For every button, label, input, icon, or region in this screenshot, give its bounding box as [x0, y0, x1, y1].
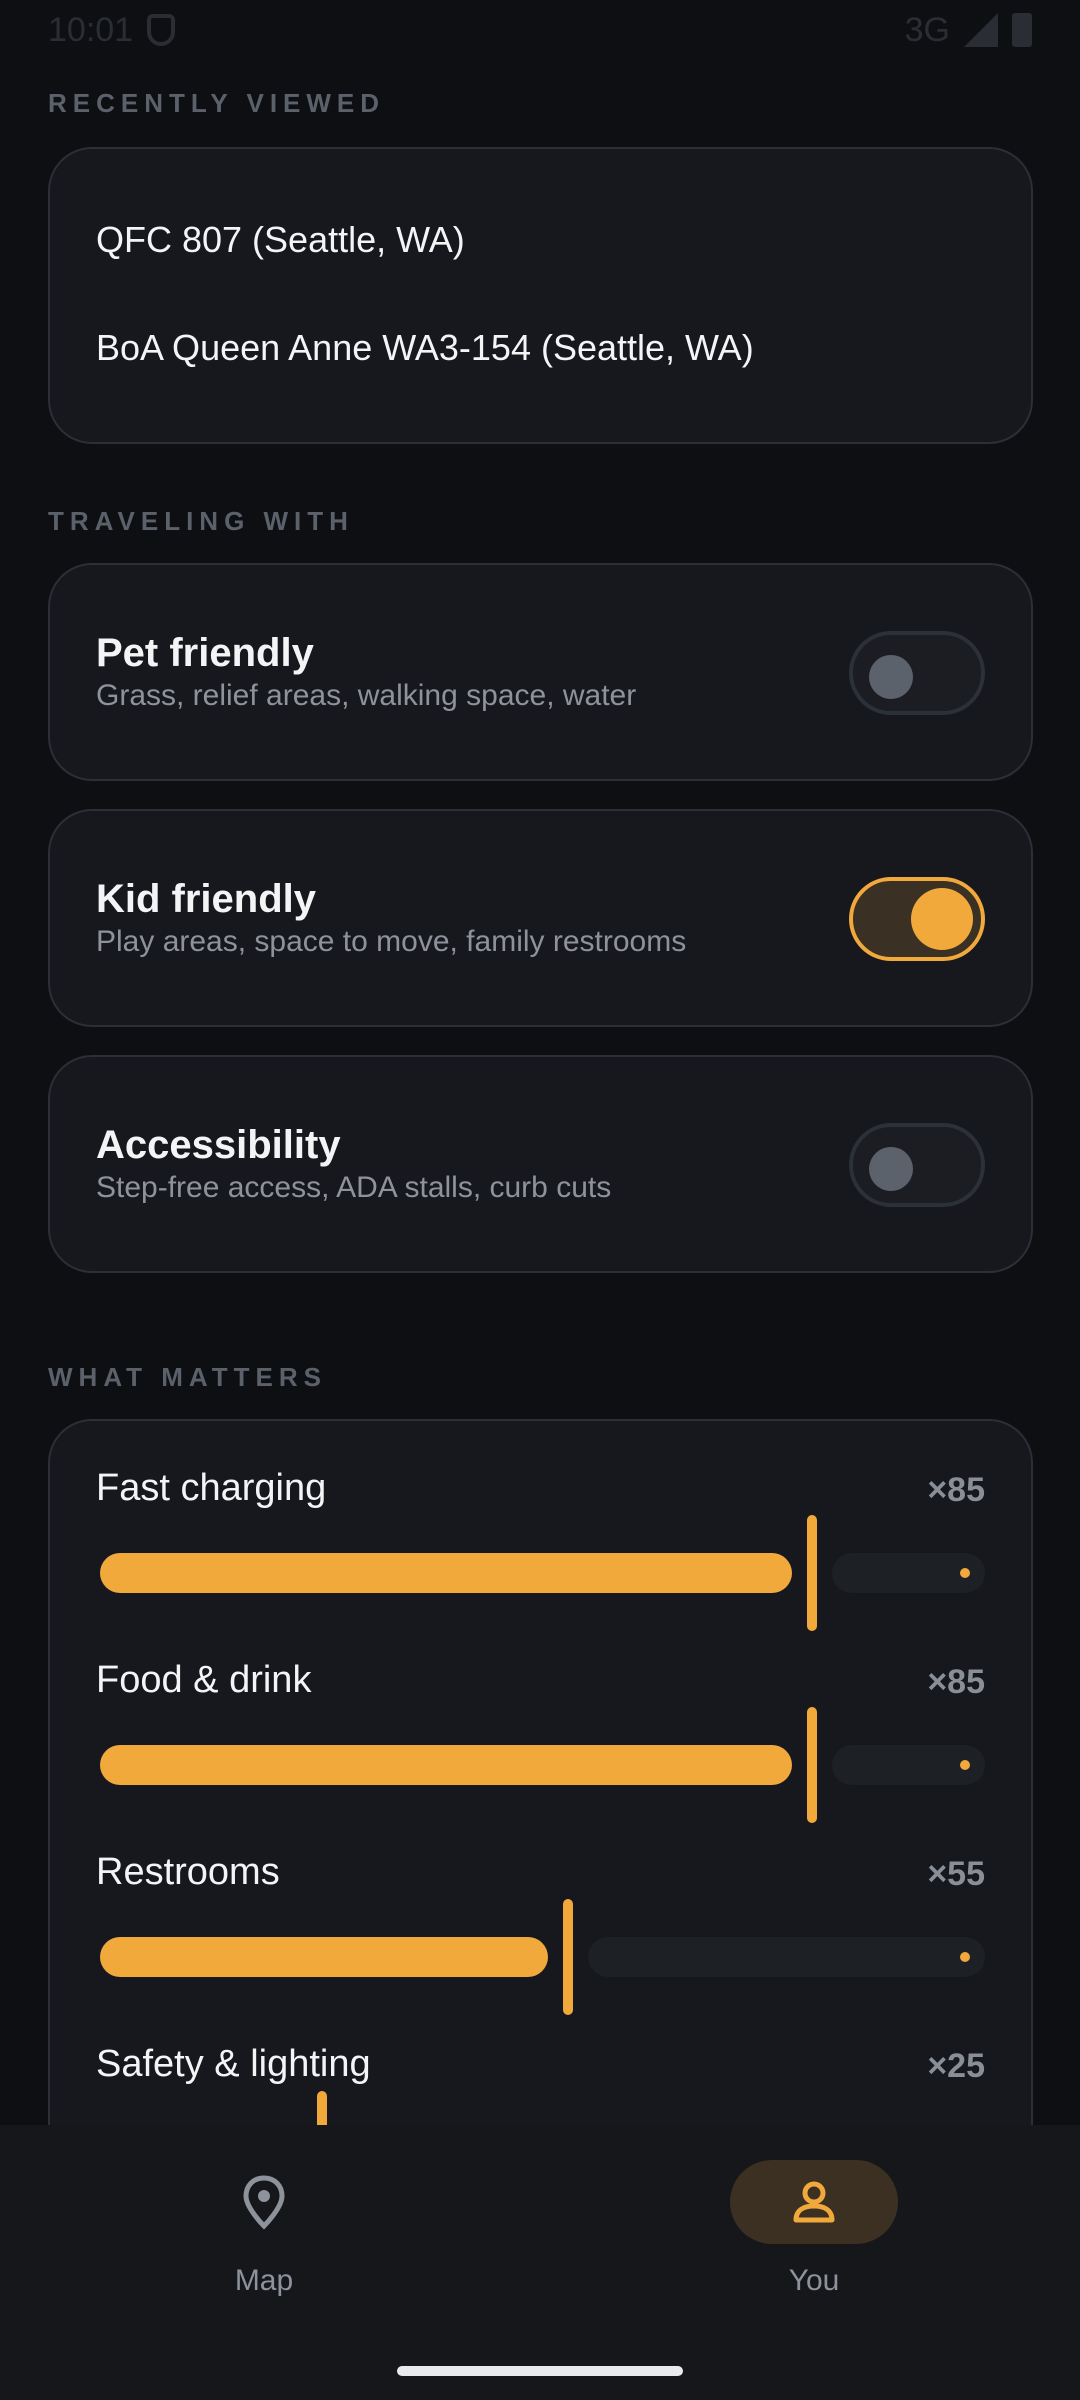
- toggle-knob: [869, 1147, 913, 1191]
- nav-map-label: Map: [234, 2264, 294, 2297]
- preference-multiplier: ×55: [927, 1855, 985, 1893]
- kid-friendly-toggle[interactable]: [849, 877, 985, 961]
- recent-card: QFC 807 (Seattle, WA) BoA Queen Anne WA3…: [48, 147, 1033, 444]
- section-traveling-with: TRAVELING WITH: [48, 506, 354, 536]
- status-bar: 10:01 3G: [0, 0, 1080, 60]
- nav-you-label: You: [788, 2264, 840, 2297]
- toggle-card-pet: Pet friendly Grass, relief areas, walkin…: [48, 563, 1033, 781]
- section-recently-viewed: RECENTLY VIEWED: [48, 88, 386, 118]
- toggle-title: Accessibility: [96, 1123, 341, 1167]
- track-end-dot: [960, 1568, 970, 1578]
- preference-slider-handle[interactable]: [563, 1899, 573, 2015]
- network-type: 3G: [904, 10, 950, 49]
- section-what-matters: WHAT MATTERS: [48, 1362, 327, 1392]
- status-time: 10:01: [48, 10, 134, 49]
- preference-fill: [100, 1553, 792, 1593]
- toggle-card-kid: Kid friendly Play areas, space to move, …: [48, 809, 1033, 1027]
- track-end-dot: [960, 1760, 970, 1770]
- track-end-dot: [960, 1952, 970, 1962]
- home-indicator[interactable]: [397, 2366, 683, 2376]
- preference-slider-handle[interactable]: [807, 1515, 817, 1631]
- toggle-subtitle: Step-free access, ADA stalls, curb cuts: [96, 1171, 612, 1204]
- toggle-knob: [869, 655, 913, 699]
- battery-icon: [1012, 13, 1032, 47]
- preference-fill: [100, 1745, 792, 1785]
- preference-label: Restrooms: [96, 1851, 280, 1893]
- toggle-title: Kid friendly: [96, 877, 317, 921]
- nav-map-icon-wrap: [180, 2160, 348, 2244]
- preference-multiplier: ×25: [927, 2047, 985, 2085]
- recent-item[interactable]: BoA Queen Anne WA3-154 (Seattle, WA): [96, 327, 754, 369]
- preference-label: Safety & lighting: [96, 2043, 371, 2085]
- preference-label: Fast charging: [96, 1467, 327, 1509]
- preference-slider-handle[interactable]: [807, 1707, 817, 1823]
- preference-multiplier: ×85: [927, 1663, 985, 1701]
- person-icon: [793, 2181, 835, 2223]
- preference-track[interactable]: [588, 1937, 985, 1977]
- shield-icon: [147, 14, 176, 46]
- bottom-nav: Map You: [0, 2125, 1080, 2400]
- preference-label: Food & drink: [96, 1659, 312, 1701]
- accessibility-toggle[interactable]: [849, 1123, 985, 1207]
- recent-item[interactable]: QFC 807 (Seattle, WA): [96, 219, 465, 261]
- nav-you-icon-wrap: [730, 2160, 898, 2244]
- preference-multiplier: ×85: [927, 1471, 985, 1509]
- what-matters-card: Fast charging ×85 Food & drink ×85 Restrooms…: [48, 1419, 1033, 2207]
- nav-map[interactable]: Map: [144, 2160, 384, 2300]
- toggle-subtitle: Play areas, space to move, family restro…: [96, 925, 687, 958]
- toggle-card-accessibility: Accessibility Step-free access, ADA stal…: [48, 1055, 1033, 1273]
- toggle-title: Pet friendly: [96, 631, 314, 675]
- signal-icon: [964, 13, 998, 47]
- toggle-subtitle: Grass, relief areas, walking space, wate…: [96, 679, 637, 712]
- pet-friendly-toggle[interactable]: [849, 631, 985, 715]
- toggle-knob: [911, 888, 973, 950]
- nav-you[interactable]: You: [694, 2160, 934, 2300]
- map-pin-icon: [243, 2175, 285, 2230]
- preference-fill: [100, 1937, 548, 1977]
